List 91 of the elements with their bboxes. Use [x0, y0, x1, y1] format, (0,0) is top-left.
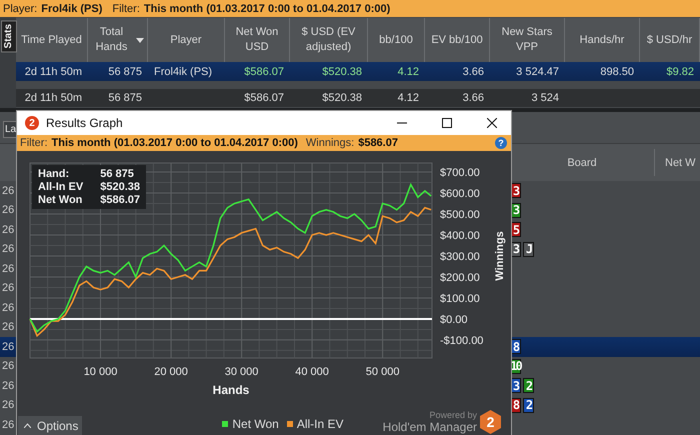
column-header[interactable]: Net W	[655, 149, 700, 176]
table-cell: 2d 11h 50m	[24, 66, 82, 78]
column-header[interactable]: $ USD/hr	[640, 18, 700, 62]
filter-label: Filter:	[20, 137, 48, 149]
y-tick-label: $400.00	[440, 230, 480, 242]
table-cell: 3.66	[462, 92, 484, 104]
table-cell: 3 524	[531, 92, 559, 104]
y-axis-title: Winnings	[494, 231, 506, 281]
info-label: Net Won	[38, 194, 84, 206]
filter-value: This month (01.03.2017 0:00 to 01.04.2017 0:00)	[52, 137, 298, 149]
table-cell: 3 524.47	[516, 66, 559, 78]
info-label: All-In EV	[38, 181, 84, 193]
table-cell: 56 875	[108, 66, 142, 78]
table-cell: $9.82	[666, 66, 694, 78]
y-tick-label: $500.00	[440, 209, 480, 221]
hexagon-logo: 2	[480, 410, 501, 434]
table-cell-text: 26	[1, 378, 16, 394]
legend-label: All-In EV	[296, 417, 344, 431]
board-cell[interactable]: 8	[510, 337, 700, 356]
column-header[interactable]: EV bb/100	[425, 18, 490, 62]
app-logo: 2	[25, 116, 39, 130]
winnings-label: Winnings:	[306, 137, 354, 149]
table-cell: 56 875	[108, 92, 142, 104]
y-tick-label: $100.00	[440, 292, 480, 305]
x-tick-label: 50 000	[366, 366, 400, 378]
y-tick-label: $600.00	[440, 188, 480, 200]
options-button[interactable]: Options	[18, 416, 82, 435]
column-header[interactable]: Net Won USD	[225, 18, 290, 62]
info-value: 56 875	[100, 168, 135, 180]
maximize-icon	[442, 118, 452, 128]
column-header[interactable]: bb/100	[368, 18, 425, 62]
info-value: $520.38	[100, 181, 140, 193]
x-tick-label: 20 000	[154, 366, 188, 378]
table-cell: 4.12	[398, 92, 419, 104]
playing-card: 2	[523, 398, 534, 413]
info-label: Hand:	[38, 168, 70, 180]
table-cell-text: 26	[1, 398, 16, 414]
filter-value: This month (01.03.2017 0:00 to 01.04.2017 0:00)	[144, 2, 390, 14]
table-cell: $586.07	[244, 92, 284, 104]
table-cell-text: 26	[1, 320, 16, 336]
range-dropdown[interactable]: La	[3, 121, 16, 138]
table-cell: 4.12	[398, 66, 419, 78]
table-cell-text: 26	[1, 418, 16, 433]
column-header[interactable]: New Stars VPP	[490, 18, 565, 62]
table-cell: 898.50	[600, 66, 634, 78]
table-cell: 2d 11h 50m	[24, 92, 82, 104]
table-cell: 3.66	[462, 66, 484, 78]
y-tick-label: -$100.00	[440, 334, 484, 347]
info-value: $586.07	[100, 194, 140, 206]
playing-card: 2	[523, 378, 534, 394]
table-row[interactable]: 2d 11h 50m 56 875 Frol4ik (PS) $586.07 $520.38 4.12 3.66 3 524.47 898.50 $9.82	[16, 62, 700, 81]
table-cell-text: 26	[1, 300, 16, 316]
y-tick-label: $300.00	[440, 250, 480, 263]
y-tick-label: $700.00	[440, 167, 480, 180]
player-label: Player:	[3, 2, 38, 14]
table-cell-text: 26	[1, 281, 16, 296]
close-icon	[487, 118, 497, 128]
caret-up-icon	[24, 423, 31, 428]
x-tick-label: 30 000	[224, 366, 258, 378]
table-cell-text: 26	[1, 222, 16, 238]
column-header[interactable]: Hands/hr	[565, 18, 640, 62]
playing-card: J	[523, 242, 534, 257]
column-header[interactable]: $ USD (EV adjusted)	[290, 18, 368, 62]
table-cell: $520.38	[322, 66, 362, 78]
column-header[interactable]: Player	[148, 18, 225, 62]
table-row[interactable]: 2d 11h 50m 56 875 $586.07 $520.38 4.12 3.66 3 524	[16, 89, 700, 107]
filter-label: Filter:	[112, 2, 140, 14]
table-cell: Frol4ik (PS)	[154, 66, 212, 78]
y-tick-label: $0.00	[440, 314, 468, 326]
legend-label: Net Won	[232, 417, 279, 431]
winnings-value: $586.07	[358, 137, 398, 149]
x-tick-label: 40 000	[295, 366, 329, 378]
y-tick-label: $200.00	[440, 272, 480, 284]
table-cell-text: 26	[1, 262, 16, 277]
table-cell: 26	[0, 337, 16, 356]
x-axis-title: Hands	[212, 383, 250, 397]
product-name: Hold'em Manager	[382, 420, 477, 434]
table-cell-text: 26	[1, 359, 16, 374]
table-cell-text: 26	[1, 184, 16, 199]
column-header[interactable]: Total Hands	[88, 18, 148, 62]
table-cell: $586.07	[244, 66, 284, 78]
help-button[interactable]: ?	[495, 137, 507, 149]
window-title: Results Graph	[46, 116, 124, 130]
x-tick-label: 10 000	[84, 366, 118, 378]
table-cell-text: 26	[1, 242, 16, 258]
table-cell-text: 26	[1, 203, 16, 218]
powered-by-text: Powered by	[429, 410, 477, 420]
column-header[interactable]: Time Played	[16, 18, 88, 62]
player-name: Frol4ik (PS)	[41, 2, 102, 14]
stats-tab[interactable]: Stats	[1, 20, 17, 52]
table-cell: $520.38	[322, 92, 362, 104]
